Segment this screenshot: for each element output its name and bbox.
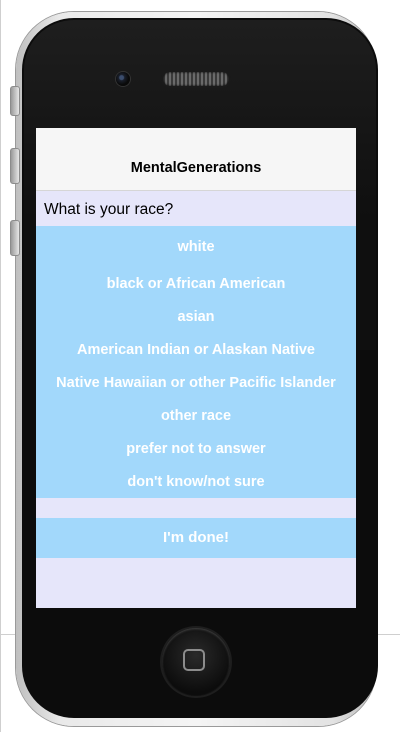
done-button[interactable]: I'm done! — [36, 518, 356, 558]
option-other-race[interactable]: other race — [36, 407, 356, 425]
home-square-icon — [183, 649, 205, 671]
camera-icon — [116, 72, 130, 86]
option-native-hawaiian-or-pacific-islander[interactable]: Native Hawaiian or other Pacific Islande… — [36, 374, 356, 392]
background-line — [0, 0, 1, 732]
volume-up-button[interactable] — [10, 148, 20, 184]
option-dont-know-not-sure[interactable]: don't know/not sure — [36, 473, 356, 491]
app-title: MentalGenerations — [130, 160, 262, 176]
option-prefer-not-to-answer[interactable]: prefer not to answer — [36, 440, 356, 458]
option-black-or-african-american[interactable]: black or African American — [36, 275, 356, 293]
mute-switch[interactable] — [10, 86, 20, 116]
option-white[interactable]: white — [36, 238, 356, 256]
volume-down-button[interactable] — [10, 220, 20, 256]
option-american-indian-or-alaskan-native[interactable]: American Indian or Alaskan Native — [36, 341, 356, 359]
option-asian[interactable]: asian — [36, 308, 356, 326]
question-label: What is your race? — [44, 201, 174, 218]
answer-options-list: white black or African American asian Am… — [36, 226, 356, 498]
speaker-grille-icon — [163, 72, 229, 86]
home-button-icon[interactable] — [162, 628, 230, 696]
navigation-bar: MentalGenerations — [36, 128, 356, 191]
app-screen: MentalGenerations What is your race? whi… — [36, 128, 356, 608]
